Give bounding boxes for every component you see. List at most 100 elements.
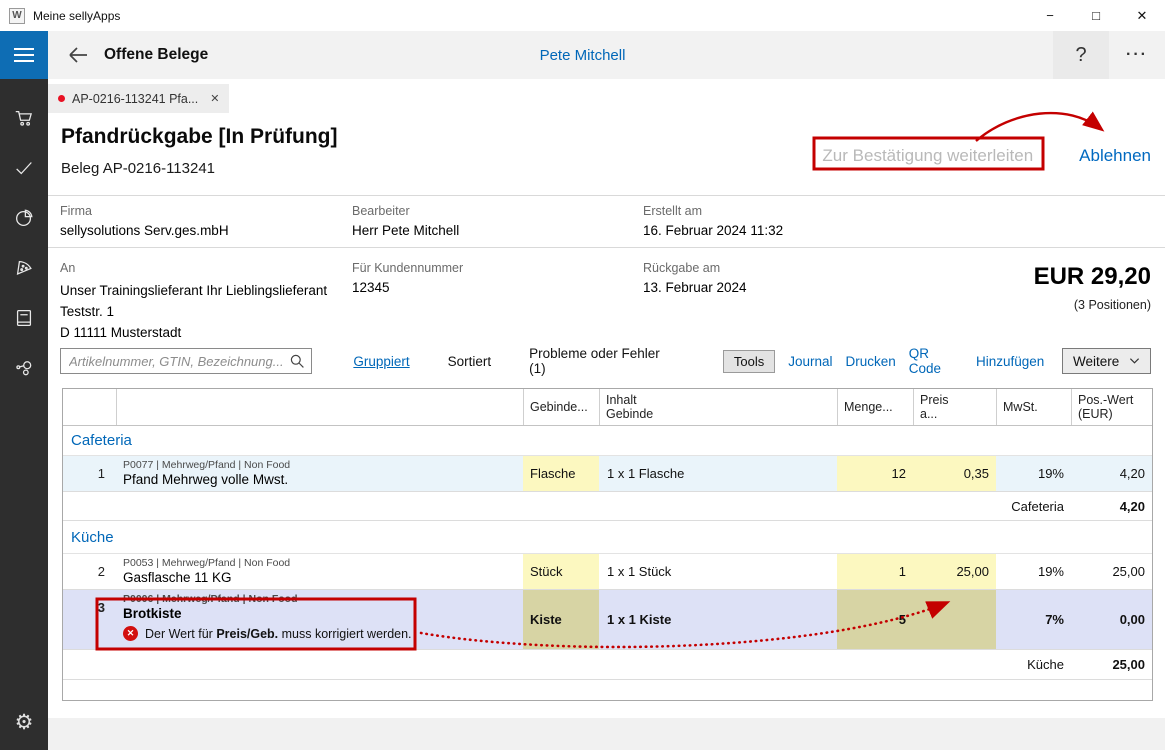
mwst-cell: 19% [996, 554, 1071, 589]
fields-row-2: An Unser Trainingslieferant Ihr Liebling… [48, 248, 1165, 340]
pos-wert-cell: 4,20 [1071, 456, 1152, 491]
help-button[interactable]: ? [1053, 31, 1109, 79]
menge-cell[interactable]: 1 [837, 554, 913, 589]
content-area: AP-0216-113241 Pfa... ✕ Pfandrückgabe [I… [48, 79, 1165, 750]
chevron-down-icon [1129, 357, 1140, 365]
col-gebinde: Gebinde... [523, 389, 599, 425]
back-button[interactable] [58, 31, 98, 79]
fields-row-1: Firma sellysolutions Serv.ges.mbH Bearbe… [48, 196, 1165, 248]
more-actions-button[interactable]: Weitere [1062, 348, 1151, 374]
pos-wert-cell: 0,00 [1071, 590, 1152, 649]
col-preis: Preisa... [913, 389, 996, 425]
pos-wert-cell: 25,00 [1071, 554, 1152, 589]
add-link[interactable]: Hinzufügen [976, 354, 1044, 369]
table-row[interactable]: 2 P0053 | Mehrweg/Pfand | Non Food Gasfl… [63, 554, 1152, 590]
document-header: Pfandrückgabe [In Prüfung] Beleg AP-0216… [48, 113, 1165, 196]
sidebar-item-journal[interactable] [0, 293, 48, 343]
sidebar-item-cart[interactable] [0, 93, 48, 143]
tab-document[interactable]: AP-0216-113241 Pfa... ✕ [48, 84, 229, 113]
cart-icon [13, 107, 35, 129]
article-meta: P0077 | Mehrweg/Pfand | Non Food [123, 459, 290, 471]
gebinde-cell[interactable]: Kiste [523, 590, 599, 649]
article-name: Brotkiste [123, 605, 182, 622]
table-header-row: Gebinde... InhaltGebinde Menge... Preisa… [63, 389, 1152, 426]
menge-cell[interactable]: 12 [837, 456, 913, 491]
user-name-link[interactable]: Pete Mitchell [540, 47, 626, 64]
settings-button[interactable]: ⚙ [0, 702, 48, 742]
more-options-button[interactable]: ··· [1109, 31, 1165, 79]
journal-link[interactable]: Journal [788, 354, 832, 369]
app-header: Offene Belege Pete Mitchell ? ··· [0, 31, 1165, 79]
print-link[interactable]: Drucken [846, 354, 896, 369]
maximize-button[interactable]: □ [1073, 0, 1119, 31]
menge-cell[interactable]: 5 [837, 590, 913, 649]
preis-cell[interactable]: 0,35 [913, 456, 996, 491]
an-label: An [60, 261, 1151, 275]
kundennummer-label: Für Kundennummer [352, 261, 463, 275]
check-icon [13, 157, 35, 179]
preis-cell-invalid[interactable] [913, 590, 996, 649]
inhalt-cell: 1 x 1 Flasche [599, 456, 837, 491]
page-title: Offene Belege [104, 46, 208, 64]
error-icon: ✕ [123, 626, 138, 641]
an-value: Unser Trainingslieferant Ihr Lieblingsli… [60, 280, 1151, 343]
problems-filter[interactable]: Probleme oder Fehler (1) [529, 346, 678, 376]
forward-for-confirmation-button[interactable]: Zur Bestätigung weiterleiten [814, 146, 1041, 166]
tools-button[interactable]: Tools [723, 350, 775, 373]
group-header-cafeteria[interactable]: Cafeteria [63, 426, 1152, 456]
rueckgabe-am-label: Rückgabe am [643, 261, 747, 275]
app-icon: W [9, 8, 25, 24]
hamburger-icon [14, 48, 34, 50]
mwst-cell: 7% [996, 590, 1071, 649]
sidebar-item-share[interactable] [0, 343, 48, 393]
search-icon [289, 353, 305, 369]
bearbeiter-value: Herr Pete Mitchell [352, 223, 459, 238]
sidebar-item-products[interactable] [0, 243, 48, 293]
kundennummer-value: 12345 [352, 280, 463, 295]
minimize-button[interactable]: − [1027, 0, 1073, 31]
rueckgabe-am-value: 13. Februar 2024 [643, 280, 747, 295]
window-titlebar: W Meine sellyApps − □ ✕ [0, 0, 1165, 31]
search-input[interactable] [60, 348, 312, 374]
subtotal-row-cafeteria: Cafeteria 4,20 [63, 492, 1152, 521]
article-name: Pfand Mehrweg volle Mwst. [123, 471, 288, 488]
pie-chart-icon [13, 207, 35, 229]
hamburger-menu-button[interactable] [0, 31, 48, 79]
erstellt-am-value: 16. Februar 2024 11:32 [643, 223, 783, 238]
sidebar-item-tasks[interactable] [0, 143, 48, 193]
erstellt-am-label: Erstellt am [643, 204, 783, 218]
reject-button[interactable]: Ablehnen [1079, 146, 1151, 166]
inhalt-cell: 1 x 1 Kiste [599, 590, 837, 649]
preis-cell[interactable]: 25,00 [913, 554, 996, 589]
positions-count: (3 Positionen) [1034, 298, 1151, 312]
gebinde-cell[interactable]: Flasche [523, 456, 599, 491]
sorted-toggle[interactable]: Sortiert [448, 354, 492, 369]
tab-strip: AP-0216-113241 Pfa... ✕ [48, 79, 1165, 113]
firma-value: sellysolutions Serv.ges.mbH [60, 223, 1151, 238]
col-menge: Menge... [837, 389, 913, 425]
col-mwst: MwSt. [996, 389, 1071, 425]
qr-code-link[interactable]: QR Code [909, 346, 963, 376]
subtotal-row-kueche: Küche 25,00 [63, 650, 1152, 680]
grouped-toggle[interactable]: Gruppiert [353, 354, 409, 369]
gebinde-cell[interactable]: Stück [523, 554, 599, 589]
col-pos-wert: Pos.-Wert(EUR) [1071, 389, 1152, 425]
group-header-kueche[interactable]: Küche [63, 521, 1152, 554]
book-icon [13, 307, 35, 329]
close-button[interactable]: ✕ [1119, 0, 1165, 31]
bearbeiter-label: Bearbeiter [352, 204, 459, 218]
table-row[interactable]: 1 P0077 | Mehrweg/Pfand | Non Food Pfand… [63, 456, 1152, 492]
table-row-selected[interactable]: 3 P0006 | Mehrweg/Pfand | Non Food Brotk… [63, 590, 1152, 650]
total-amount: EUR 29,20 [1034, 263, 1151, 291]
tab-close-icon[interactable]: ✕ [210, 92, 219, 105]
article-meta: P0053 | Mehrweg/Pfand | Non Food [123, 557, 290, 569]
inhalt-cell: 1 x 1 Stück [599, 554, 837, 589]
row-error-message: ✕ Der Wert für Preis/Geb. muss korrigier… [123, 626, 412, 641]
sidebar-item-reports[interactable] [0, 193, 48, 243]
firma-label: Firma [60, 204, 1151, 218]
article-meta: P0006 | Mehrweg/Pfand | Non Food [123, 593, 297, 605]
tab-label: AP-0216-113241 Pfa... [72, 92, 198, 106]
back-arrow-icon [65, 43, 91, 67]
window-title: Meine sellyApps [33, 9, 120, 23]
toolbar: Gruppiert Sortiert Probleme oder Fehler … [60, 348, 1151, 374]
